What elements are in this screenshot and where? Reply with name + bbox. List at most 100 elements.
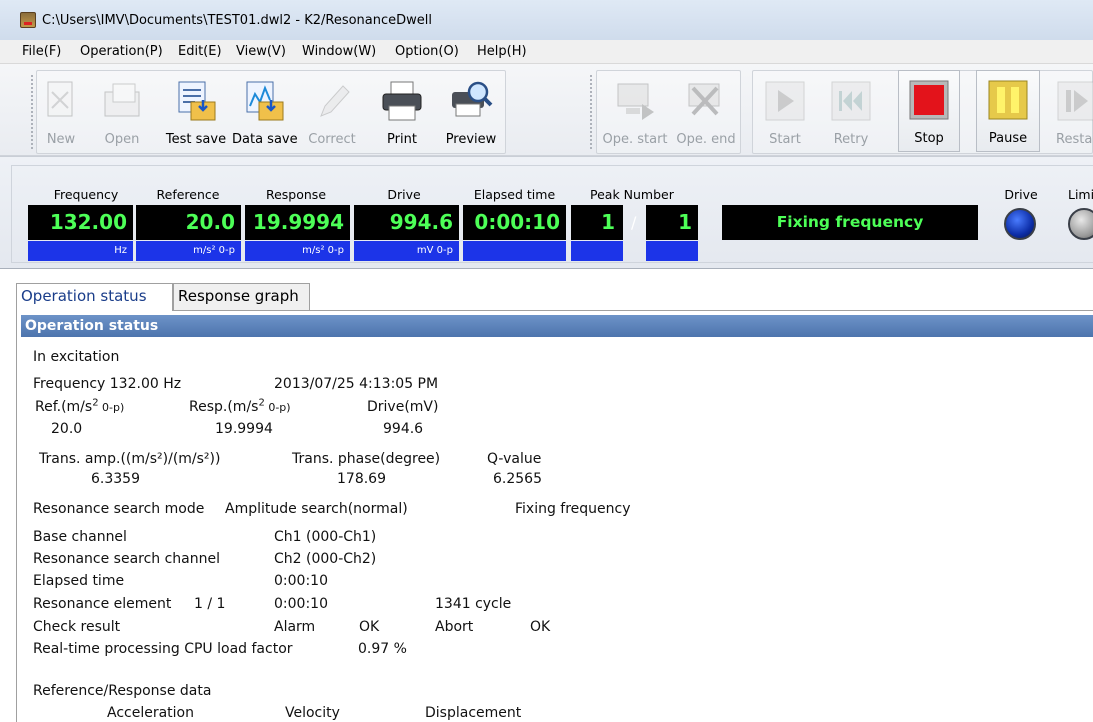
open-button[interactable]: Open (92, 72, 152, 152)
displacement-column: Displacement (425, 705, 522, 721)
element-label: Resonance element (33, 596, 172, 612)
menu-help[interactable]: Help(H) (477, 44, 527, 59)
menu-edit[interactable]: Edit(E) (178, 44, 222, 59)
retry-button[interactable]: Retry (826, 72, 876, 152)
base-channel-value: Ch1 (000-Ch1) (274, 529, 377, 545)
search-channel-label: Resonance search channel (33, 551, 221, 567)
control-status-display: Fixing frequency (722, 205, 978, 240)
q-value-label: Q-value (487, 451, 542, 467)
alarm-label: Alarm (274, 619, 316, 635)
pause-icon (988, 80, 1028, 120)
test-save-button[interactable]: Test save (164, 72, 228, 152)
menu-file[interactable]: File(F) (22, 44, 61, 59)
tab-operation-status[interactable]: Operation status (16, 283, 173, 311)
restart-icon (1057, 81, 1093, 121)
monitor-panel: Frequency 132.00 Hz Reference 20.0 m/s² … (0, 156, 1093, 269)
menu-window[interactable]: Window(W) (302, 44, 376, 59)
toolbar-grip[interactable] (589, 74, 593, 150)
frequency-unit: Hz (28, 241, 133, 261)
drive-led-caption: Drive (1004, 187, 1038, 202)
acceleration-column: Acceleration (107, 705, 194, 721)
menu-view[interactable]: View(V) (236, 44, 286, 59)
response-caption: Response (265, 187, 327, 202)
frequency-display: 132.00 (28, 205, 133, 240)
limit-indicator-led (1068, 208, 1093, 240)
elapsed-label: Elapsed time (33, 573, 125, 589)
drive-display: 994.6 (354, 205, 459, 240)
toolbar: New Open Test save Data save Correct Pri… (0, 64, 1093, 156)
drive-unit: mV 0-p (354, 241, 459, 261)
restart-button[interactable]: Restar (1046, 72, 1093, 152)
test-save-icon (178, 81, 216, 121)
operation-start-icon (617, 83, 654, 120)
timestamp: 2013/07/25 4:13:05 PM (274, 376, 439, 392)
pause-button[interactable]: Pause (976, 70, 1040, 152)
tab-response-graph[interactable]: Response graph (173, 283, 310, 310)
trans-amp-value: 6.3359 (91, 471, 140, 487)
pencil-icon (320, 85, 350, 117)
data-save-button[interactable]: Data save (232, 72, 298, 152)
reference-display: 20.0 (136, 205, 241, 240)
trans-phase-value: 178.69 (337, 471, 386, 487)
data-save-icon (246, 81, 284, 121)
ref-value: 20.0 (51, 421, 83, 437)
excitation-state: In excitation (33, 349, 120, 365)
element-time: 0:00:10 (274, 596, 328, 612)
ope-end-button[interactable]: Ope. end (672, 72, 740, 152)
elapsed-value: 0:00:10 (274, 573, 328, 589)
search-channel-value: Ch2 (000-Ch2) (274, 551, 377, 567)
menu-bar: File(F) Operation(P) Edit(E) View(V) Win… (0, 40, 1093, 64)
frequency-caption: Frequency (53, 187, 119, 202)
check-result-label: Check result (33, 619, 121, 635)
stop-icon (909, 80, 949, 120)
printer-icon (382, 81, 422, 121)
drive-indicator-led (1004, 208, 1036, 240)
elapsed-time-unit (463, 241, 566, 261)
print-preview-icon (452, 81, 493, 117)
peak-number-current: 1 / (571, 205, 636, 240)
operation-end-icon (688, 83, 720, 116)
ref-resp-data-label: Reference/Response data (33, 683, 212, 699)
resp-label: Resp.(m/s2 0-p) (189, 397, 291, 415)
drive-value: 994.6 (383, 421, 424, 437)
play-icon (765, 81, 805, 121)
cpu-load-value: 0.97 % (358, 641, 407, 657)
preview-button[interactable]: Preview (440, 72, 502, 152)
new-button[interactable]: New (38, 72, 84, 152)
drive-caption: Drive (387, 187, 421, 202)
window-title: C:\Users\IMV\Documents\TEST01.dwl2 - K2/… (42, 13, 432, 28)
menu-option[interactable]: Option(O) (395, 44, 459, 59)
toolbar-grip[interactable] (30, 74, 34, 150)
ope-start-button[interactable]: Ope. start (600, 72, 670, 152)
peak-separator: / (631, 213, 637, 232)
search-state: Fixing frequency (515, 501, 631, 517)
reference-unit: m/s² 0-p (136, 241, 241, 261)
q-value: 6.2565 (493, 471, 542, 487)
drive-label: Drive(mV) (367, 399, 439, 415)
start-button[interactable]: Start (760, 72, 810, 152)
trans-phase-label: Trans. phase(degree) (292, 451, 441, 467)
correct-button[interactable]: Correct (302, 72, 362, 152)
ref-label: Ref.(m/s2 0-p) (35, 397, 125, 415)
cpu-load-label: Real-time processing CPU load factor (33, 641, 293, 657)
search-mode-value: Amplitude search(normal) (225, 501, 408, 517)
limit-led-caption: Limi (1068, 187, 1093, 202)
element-count: 1 / 1 (194, 596, 226, 612)
stop-button[interactable]: Stop (898, 70, 960, 152)
panel-header: Operation status (21, 315, 1093, 337)
operation-status-panel: Operation status In excitation Frequency… (16, 310, 1093, 722)
menu-operation[interactable]: Operation(P) (80, 44, 163, 59)
base-channel-label: Base channel (33, 529, 127, 545)
new-file-icon (47, 81, 73, 117)
velocity-column: Velocity (285, 705, 340, 721)
open-folder-icon (104, 83, 140, 117)
frequency-line: Frequency 132.00 Hz (33, 376, 182, 392)
skip-back-icon (831, 81, 871, 121)
print-button[interactable]: Print (372, 72, 432, 152)
peak-number-caption: Peak Number (590, 187, 674, 202)
peak-total-unit (646, 241, 698, 261)
response-display: 19.9994 (245, 205, 350, 240)
abort-label: Abort (435, 619, 474, 635)
app-icon (20, 12, 36, 28)
element-cycles: 1341 cycle (435, 596, 512, 612)
